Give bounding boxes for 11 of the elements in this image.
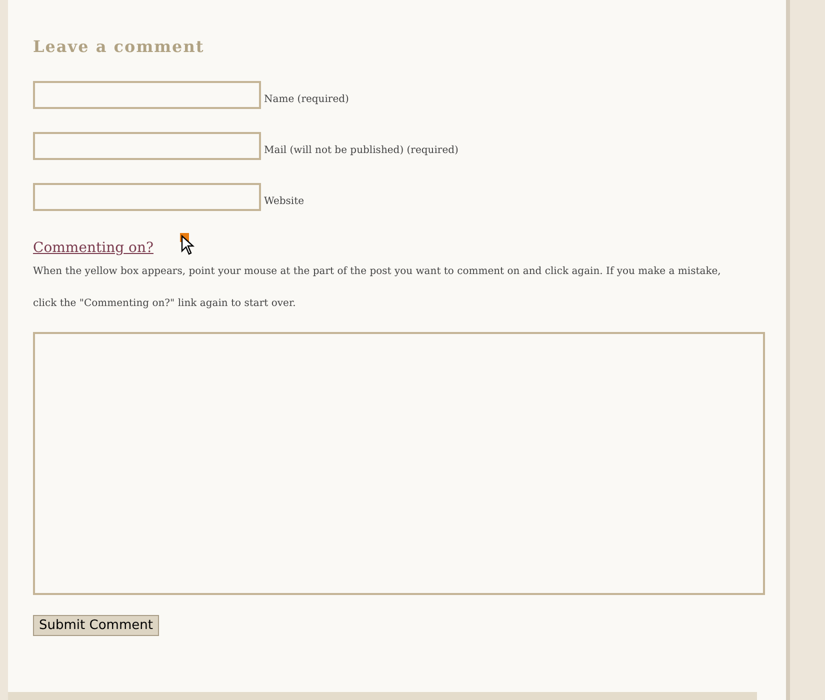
submit-button[interactable]: Submit Comment (33, 615, 159, 636)
input-field[interactable] (33, 81, 261, 109)
field-label: Website (263, 196, 304, 209)
comment-textarea[interactable] (33, 332, 765, 595)
commenting-link[interactable]: Commenting on? (33, 240, 154, 256)
instructions-text: When the yellow box appears, point your mouse at the part of the post you want to comment on and click again. If you make a mistake, click the "Commenting on?" link again to start over. (33, 265, 722, 311)
field-label: Name (required) (263, 94, 349, 107)
input-field[interactable] (33, 183, 261, 211)
input-field[interactable] (33, 132, 261, 160)
section-heading: Leave a comment (33, 37, 206, 56)
field-label: Mail (will not be published) (required) (263, 145, 458, 158)
